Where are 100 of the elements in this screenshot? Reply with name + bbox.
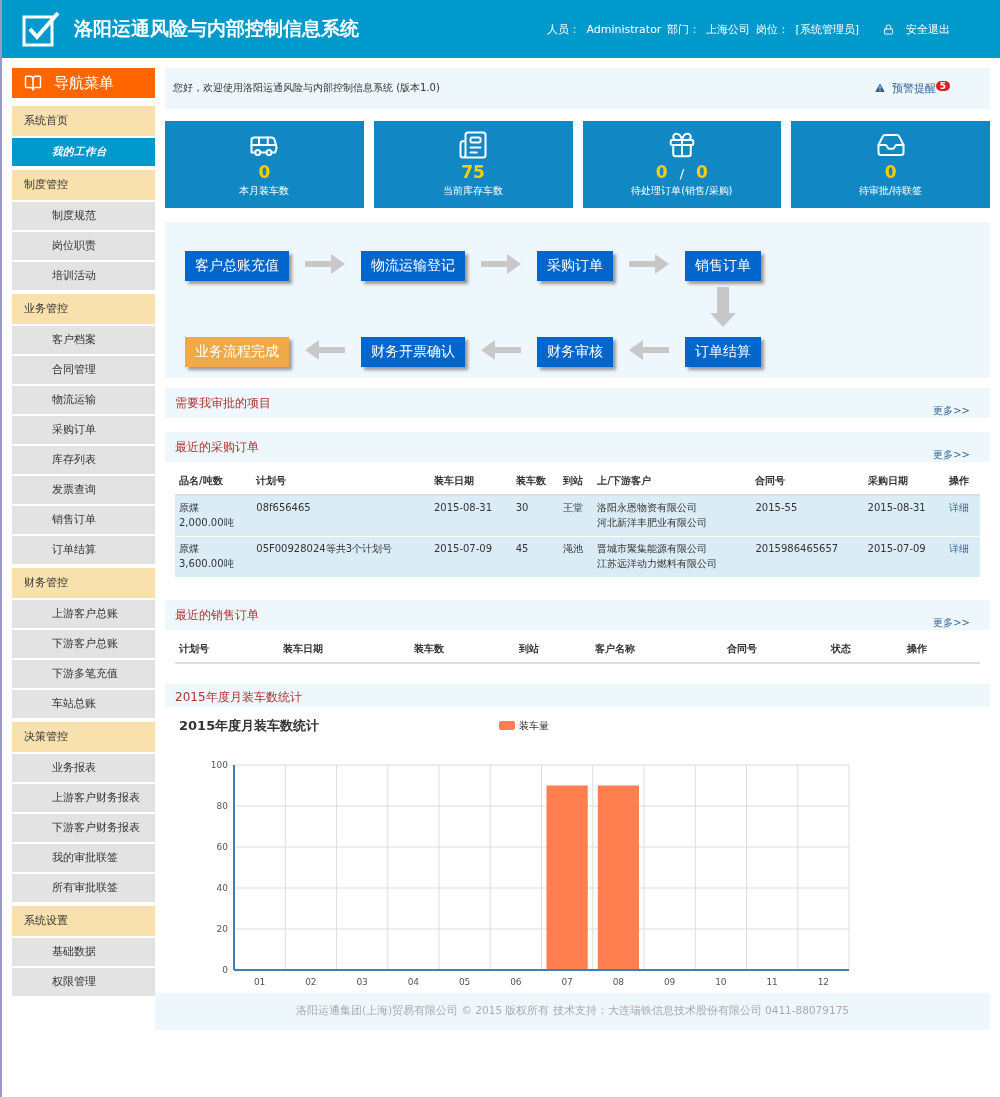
table-cell: 原煤 2,000.00吨 [175, 494, 253, 537]
menu-item[interactable]: 车站总账 [12, 690, 155, 718]
arrow-icon [629, 254, 669, 275]
flow-step: 销售订单 [685, 250, 761, 281]
table-cell: 08f656465 [252, 494, 430, 537]
column-header: 操作 [945, 467, 980, 495]
flow-step: 财务审核 [537, 336, 613, 367]
menu-group-header[interactable]: 业务管控 [12, 294, 155, 324]
column-header: 装车日期 [279, 635, 411, 663]
axis-tick-label: 0 [222, 964, 228, 975]
menu-item[interactable]: 权限管理 [12, 968, 155, 996]
axis-tick-label: 01 [253, 976, 266, 985]
more-link[interactable]: 更多>> [933, 599, 970, 630]
column-header: 装车数 [511, 467, 559, 495]
column-header: 装车日期 [429, 467, 512, 495]
legend-swatch [499, 721, 516, 731]
column-header: 品名/吨数 [175, 467, 253, 495]
menu-item[interactable]: 上游客户财务报表 [12, 784, 155, 812]
column-header: 操作 [903, 635, 980, 663]
welcome-text: 您好，欢迎使用洛阳运通风险与内部控制信息系统 (版本1.0) [173, 81, 440, 96]
stat-label: 待处理订单(销售/采购) [631, 184, 733, 199]
menu-group-header[interactable]: 系统首页 [12, 106, 155, 136]
table-cell: 05F00928024等共3个计划号 [252, 536, 430, 578]
chart-title: 2015年度月装车数统计 [179, 716, 320, 735]
count-badge: 5 [935, 81, 950, 92]
footer-text: 洛阳运通集团(上海)贸易有限公司 © 2015 版权所有 技术支持：大连瑞铁信息技术股份有限公司 0411-88079175 [155, 992, 990, 1030]
table-cell: 2015-07-09 [863, 536, 946, 578]
alert-link[interactable]: 预警提醒 [873, 80, 936, 96]
menu-item[interactable]: 发票查询 [12, 476, 155, 504]
more-link[interactable]: 更多>> [933, 387, 970, 418]
stat-label: 本月装车数 [239, 184, 290, 199]
app-title: 洛阳运通风险与内部控制信息系统 [74, 16, 360, 41]
menu-item[interactable]: 合同管理 [12, 356, 155, 384]
menu-group-header[interactable]: 财务管控 [12, 568, 155, 598]
stat-label: 待审批/待联签 [858, 184, 923, 199]
menu-item[interactable]: 下游多笔充值 [12, 660, 155, 688]
dept-label: 部门： [667, 21, 701, 37]
flow-step: 财务开票确认 [361, 336, 465, 367]
menu-item[interactable]: 上游客户总账 [12, 600, 155, 628]
stat-value: 75 [461, 162, 485, 183]
menu-item[interactable]: 制度规范 [12, 202, 155, 230]
table-cell: 2015986465657 [751, 536, 864, 578]
menu-item[interactable]: 订单结算 [12, 536, 155, 564]
section-title: 最近的销售订单 [175, 606, 259, 624]
stat-value: 0 [696, 162, 708, 183]
axis-tick-label: 07 [561, 976, 573, 985]
arrow-icon [481, 254, 521, 275]
table-cell: 洛阳永恩物资有限公司 河北新洋丰肥业有限公司 [593, 494, 752, 537]
arrow-icon [629, 340, 669, 361]
book-icon [24, 74, 42, 92]
more-link[interactable]: 更多>> [933, 431, 970, 462]
menu-item[interactable]: 物流运输 [12, 386, 155, 414]
axis-tick-label: 100 [210, 759, 228, 770]
column-header: 合同号 [722, 635, 827, 663]
axis-tick-label: 40 [216, 882, 228, 893]
menu-group-header[interactable]: 制度管控 [12, 170, 155, 200]
menu-item[interactable]: 基础数据 [12, 938, 155, 966]
legend-label: 装车量 [519, 718, 550, 733]
flow-step: 订单结算 [685, 336, 761, 367]
menu-group-header[interactable]: 决策管控 [12, 722, 155, 752]
table-cell: 原煤 3,600.00吨 [175, 536, 253, 578]
section-title: 最近的采购订单 [175, 438, 259, 456]
column-header: 采购日期 [863, 467, 946, 495]
detail-link[interactable]: 详细 [949, 501, 970, 513]
user-name: Administrator [586, 22, 662, 36]
table-cell: 晋城市聚集能源有限公司 江苏远洋动力燃料有限公司 [593, 536, 752, 578]
menu-item[interactable]: 采购订单 [12, 416, 155, 444]
column-header: 状态 [826, 635, 904, 663]
menu-item[interactable]: 库存列表 [12, 446, 155, 474]
axis-tick-label: 80 [216, 800, 228, 811]
menu-item[interactable]: 我的审批联签 [12, 844, 155, 872]
menu-item[interactable]: 客户档案 [12, 326, 155, 354]
menu-item[interactable]: 所有审批联签 [12, 874, 155, 902]
axis-tick-label: 10 [715, 976, 727, 985]
arrow-icon [481, 340, 521, 361]
section-title: 2015年度月装车数统计 [175, 688, 302, 706]
flow-step: 物流运输登记 [361, 250, 465, 281]
menu-item[interactable]: 销售订单 [12, 506, 155, 534]
menu-item[interactable]: 业务报表 [12, 754, 155, 782]
menu-group-header[interactable]: 系统设置 [12, 906, 155, 936]
axis-tick-label: 06 [510, 976, 522, 985]
table-cell: 2015-08-31 [863, 494, 946, 537]
stat-value: 0 [655, 162, 668, 183]
column-header: 合同号 [751, 467, 864, 495]
axis-tick-label: 03 [356, 976, 368, 985]
menu-item[interactable]: 岗位职责 [12, 232, 155, 260]
table-cell: 45 [511, 536, 559, 578]
logo-icon [22, 11, 60, 47]
detail-link[interactable]: 详细 [949, 542, 970, 554]
menu-item[interactable]: 培训活动 [12, 262, 155, 290]
arrow-icon [710, 287, 736, 328]
axis-tick-label: 11 [766, 976, 778, 985]
axis-tick-label: 05 [458, 976, 471, 985]
separator: / [679, 166, 685, 182]
dept-name: 上海公司 [706, 21, 751, 37]
menu-item[interactable]: 下游客户财务报表 [12, 814, 155, 842]
menu-item[interactable]: 下游客户总账 [12, 630, 155, 658]
arrow-icon [305, 340, 345, 361]
table-cell: 30 [511, 494, 559, 537]
arrow-icon [305, 254, 345, 275]
